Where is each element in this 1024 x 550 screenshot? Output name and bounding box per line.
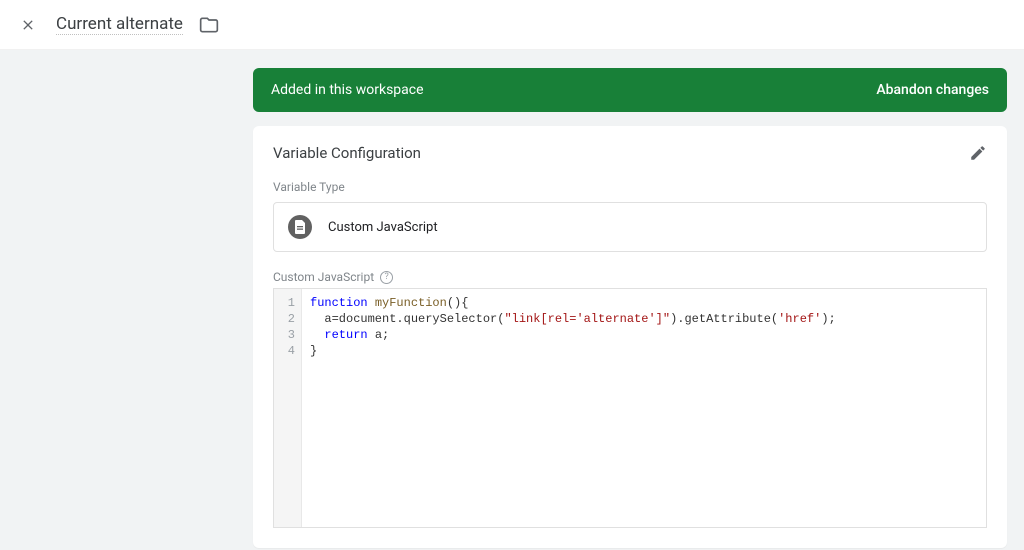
close-icon[interactable]: [16, 13, 40, 37]
code-gutter: 1 2 3 4: [274, 289, 302, 527]
card-title: Variable Configuration: [273, 144, 421, 162]
help-icon[interactable]: ?: [380, 271, 393, 284]
folder-icon[interactable]: [199, 15, 219, 35]
variable-type-label: Variable Type: [273, 180, 987, 194]
variable-type-selector[interactable]: Custom JavaScript: [273, 202, 987, 252]
page-body: Added in this workspace Abandon changes …: [0, 50, 1024, 550]
variable-config-card: Variable Configuration Variable Type Cus…: [253, 126, 1007, 548]
code-area[interactable]: function myFunction(){ a=document.queryS…: [302, 289, 844, 527]
edit-icon[interactable]: [969, 144, 987, 162]
topbar: Current alternate: [0, 0, 1024, 50]
code-editor[interactable]: 1 2 3 4 function myFunction(){ a=documen…: [273, 288, 987, 528]
workspace-banner: Added in this workspace Abandon changes: [253, 68, 1007, 112]
js-icon: [288, 215, 312, 239]
banner-message: Added in this workspace: [271, 82, 424, 98]
code-field-label: Custom JavaScript: [273, 270, 374, 284]
page-title[interactable]: Current alternate: [56, 14, 183, 35]
abandon-changes-button[interactable]: Abandon changes: [876, 82, 989, 98]
variable-type-value: Custom JavaScript: [328, 220, 438, 235]
